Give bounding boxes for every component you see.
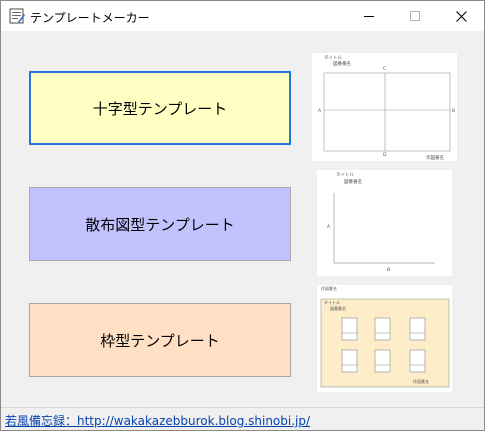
frame-template-label: 枠型テンプレート	[100, 331, 220, 350]
cross-preview-footer: 作図番名	[426, 154, 444, 161]
cross-preview-subtitle: 図番番名	[333, 60, 351, 67]
window-title: テンプレートメーカー	[30, 11, 150, 25]
maximize-button[interactable]	[392, 1, 438, 31]
title-bar[interactable]: テンプレートメーカー	[1, 1, 484, 31]
cross-template-button[interactable]: 十字型テンプレート	[29, 71, 291, 145]
scatter-template-label: 散布図型テンプレート	[85, 215, 235, 234]
minimize-icon	[364, 11, 374, 21]
frame-preview-footer: 作図番名	[413, 378, 429, 384]
minimize-button[interactable]	[346, 1, 392, 31]
scatter-preview-title: タイトル	[336, 171, 354, 178]
scatter-preview-x-label: B	[387, 267, 390, 273]
cross-preview-right-label: B	[452, 108, 455, 114]
cross-preview-bottom-label: D	[383, 152, 387, 158]
cross-template-preview: タイトル 図番番名 C A B D 作図番名	[312, 53, 457, 161]
blog-link[interactable]: 若風備忘録：http://wakakazebburok.blog.shinobi…	[5, 412, 310, 429]
scatter-preview-y-label: A	[327, 224, 331, 230]
scatter-preview-subtitle: 図番番名	[344, 178, 362, 185]
cross-preview-left-label: A	[318, 108, 322, 114]
cross-preview-title: タイトル	[324, 54, 342, 61]
status-bar: 若風備忘録：http://wakakazebburok.blog.shinobi…	[1, 407, 484, 430]
close-icon	[455, 10, 467, 22]
frame-template-preview: 作図番名 タイトル 図番番名 作図番名	[317, 285, 452, 392]
frame-preview-header: 作図番名	[321, 285, 337, 291]
app-icon	[9, 8, 25, 24]
app-window: テンプレートメーカー 十字型テンプレート 散布図型テンプレート 枠型テンプレート…	[0, 0, 485, 431]
frame-preview-title: タイトル	[324, 299, 340, 305]
frame-template-button[interactable]: 枠型テンプレート	[29, 303, 291, 377]
cross-template-label: 十字型テンプレート	[92, 99, 228, 118]
client-area: 十字型テンプレート 散布図型テンプレート 枠型テンプレート タイトル 図番番名 …	[1, 31, 484, 430]
scatter-template-button[interactable]: 散布図型テンプレート	[29, 187, 291, 261]
close-button[interactable]	[438, 1, 484, 31]
maximize-icon	[410, 11, 420, 21]
frame-preview-subtitle: 図番番名	[330, 305, 346, 311]
scatter-template-preview: タイトル 図番番名 A B	[317, 170, 452, 276]
cross-preview-top-label: C	[383, 66, 386, 72]
